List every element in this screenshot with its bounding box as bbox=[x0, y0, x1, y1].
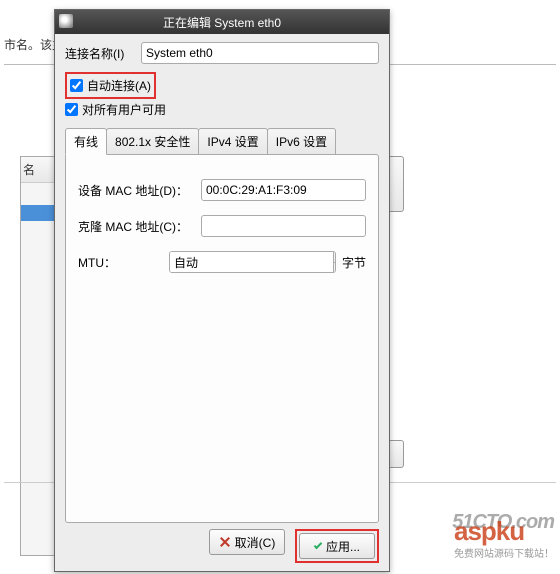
dialog-button-bar: 取消(C) 应用... bbox=[65, 523, 379, 563]
cloned-mac-label: 克隆 MAC 地址(C)： bbox=[78, 218, 201, 235]
mtu-spin-arrows: ▲ ▼ bbox=[333, 252, 336, 272]
device-mac-input[interactable] bbox=[201, 179, 366, 201]
tab-ipv4[interactable]: IPv4 设置 bbox=[198, 128, 267, 154]
titlebar-text: 正在编辑 System eth0 bbox=[163, 14, 281, 31]
tab-wired[interactable]: 有线 bbox=[65, 128, 107, 155]
tab-ipv6[interactable]: IPv6 设置 bbox=[267, 128, 336, 154]
cancel-button-label: 取消(C) bbox=[235, 534, 276, 551]
connection-name-label: 连接名称(I) bbox=[65, 45, 141, 62]
mtu-spin-up-icon[interactable]: ▲ bbox=[334, 252, 336, 263]
connection-name-input[interactable] bbox=[141, 42, 379, 64]
device-mac-row: 设备 MAC 地址(D)： bbox=[78, 179, 366, 201]
tab-panel-wired: 设备 MAC 地址(D)： 克隆 MAC 地址(C)： MTU： ▲ bbox=[65, 154, 379, 523]
apply-button[interactable]: 应用... bbox=[299, 533, 375, 559]
highlight-apply: 应用... bbox=[295, 529, 379, 563]
all-users-row[interactable]: 对所有用户可用 bbox=[65, 101, 379, 118]
tabs: 有线 802.1x 安全性 IPv4 设置 IPv6 设置 bbox=[65, 128, 379, 154]
notebook: 有线 802.1x 安全性 IPv4 设置 IPv6 设置 设备 MAC 地址(… bbox=[65, 128, 379, 523]
device-mac-label: 设备 MAC 地址(D)： bbox=[78, 182, 201, 199]
cancel-icon bbox=[219, 536, 231, 548]
all-users-label: 对所有用户可用 bbox=[82, 101, 166, 118]
all-users-checkbox[interactable] bbox=[65, 103, 78, 116]
highlight-auto-connect: 自动连接(A) bbox=[65, 72, 156, 99]
cloned-mac-input[interactable] bbox=[201, 215, 366, 237]
cancel-button[interactable]: 取消(C) bbox=[209, 529, 285, 555]
mtu-unit-label: 字节 bbox=[342, 254, 366, 271]
mtu-row: MTU： ▲ ▼ 字节 bbox=[78, 251, 366, 273]
watermark-aspku-sub: 免费网站源码下载站！ bbox=[454, 545, 554, 560]
apply-button-label: 应用... bbox=[326, 538, 360, 555]
auto-connect-row[interactable]: 自动连接(A) bbox=[70, 77, 151, 94]
mtu-label: MTU： bbox=[78, 254, 169, 271]
dialog-body: 连接名称(I) 自动连接(A) 对所有用户可用 有线 802.1x 安全性 IP… bbox=[55, 34, 389, 571]
edit-connection-dialog: 正在编辑 System eth0 连接名称(I) 自动连接(A) 对所有用户可用… bbox=[54, 9, 390, 572]
titlebar[interactable]: 正在编辑 System eth0 bbox=[55, 10, 389, 34]
tab-8021x[interactable]: 802.1x 安全性 bbox=[106, 128, 199, 154]
watermark-aspku: aspku 免费网站源码下载站！ bbox=[454, 516, 554, 560]
mtu-spin-down-icon[interactable]: ▼ bbox=[334, 263, 336, 273]
cloned-mac-row: 克隆 MAC 地址(C)： bbox=[78, 215, 366, 237]
mtu-input[interactable] bbox=[170, 252, 333, 272]
auto-connect-checkbox[interactable] bbox=[70, 79, 83, 92]
auto-connect-label: 自动连接(A) bbox=[87, 77, 151, 94]
apply-icon bbox=[314, 540, 322, 548]
window-icon bbox=[59, 14, 73, 28]
mtu-spinbutton[interactable]: ▲ ▼ bbox=[169, 251, 336, 273]
connection-name-row: 连接名称(I) bbox=[65, 42, 379, 64]
